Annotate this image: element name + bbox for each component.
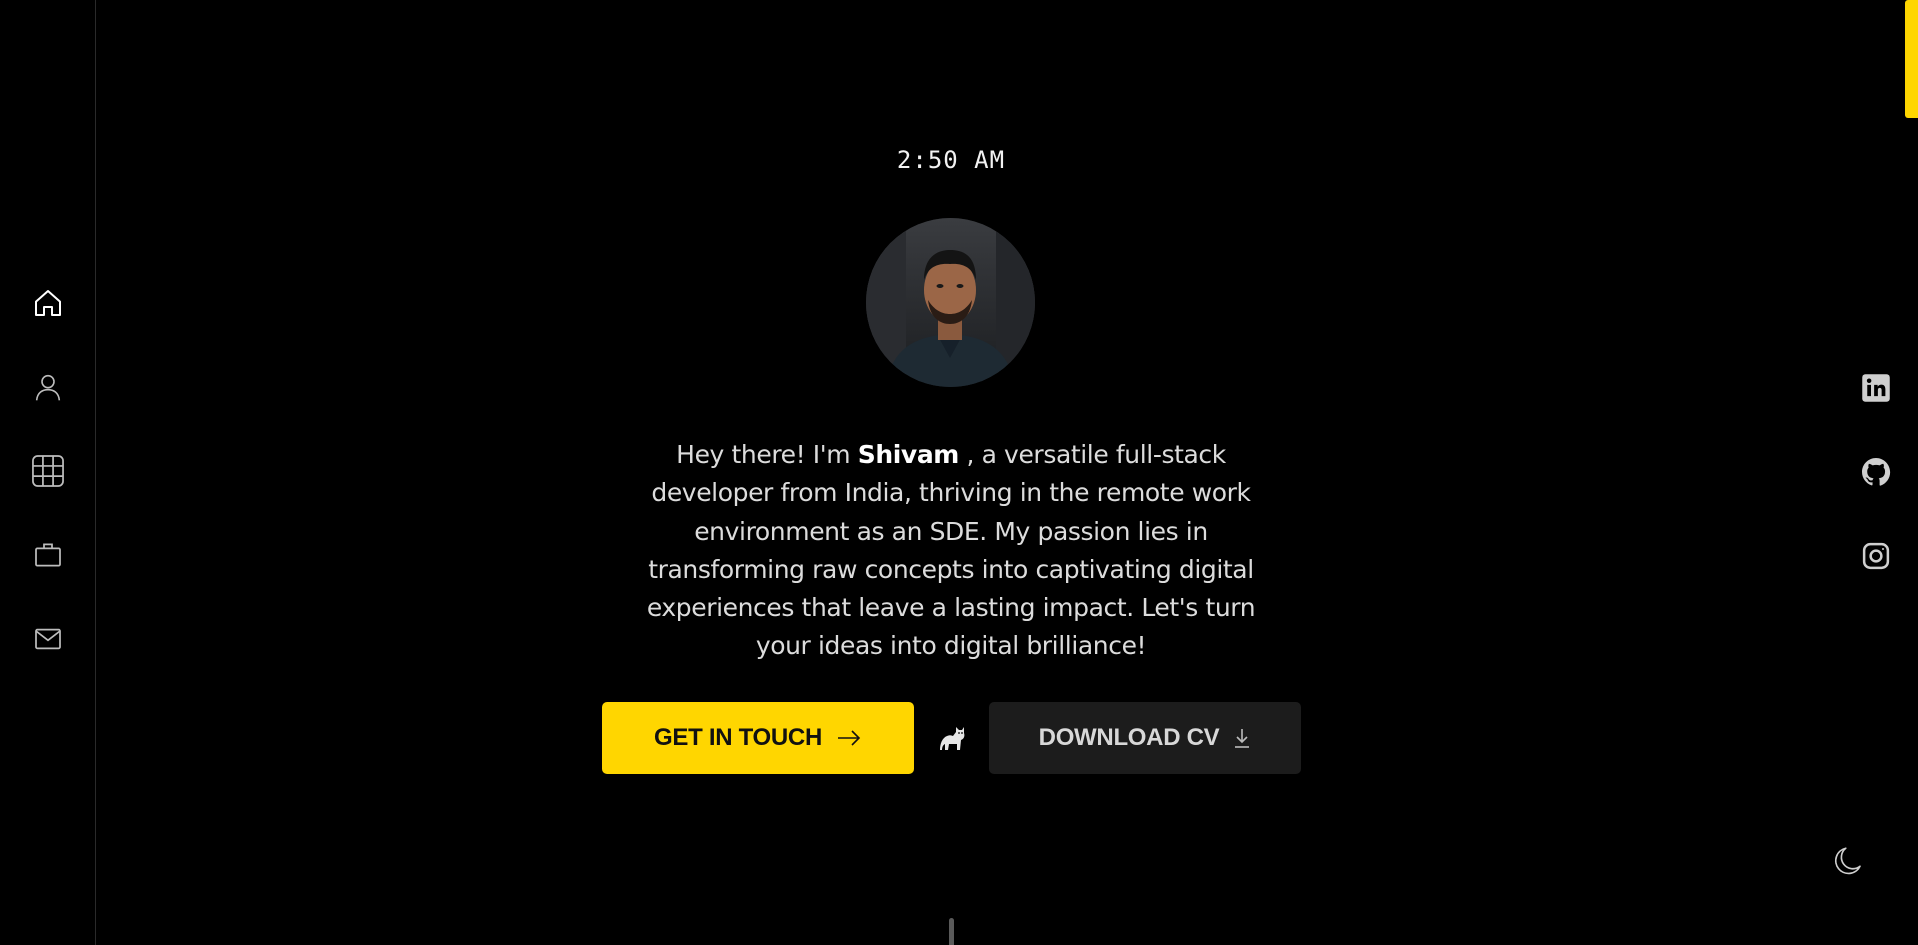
intro-suffix: , a versatile full-stack developer from … bbox=[646, 440, 1256, 661]
cat-icon[interactable] bbox=[936, 722, 968, 754]
briefcase-icon bbox=[35, 543, 61, 567]
linkedin-icon bbox=[1862, 374, 1890, 402]
sidebar-nav bbox=[0, 0, 96, 945]
scrollbar-thumb[interactable] bbox=[1905, 0, 1918, 118]
intro-name: Shivam bbox=[857, 440, 960, 469]
mail-icon bbox=[35, 628, 61, 650]
download-cv-label: DOWNLOAD CV bbox=[1038, 724, 1220, 751]
current-time: 2:50 AM bbox=[896, 146, 1006, 174]
get-in-touch-label: GET IN TOUCH bbox=[654, 724, 822, 751]
user-icon bbox=[35, 374, 61, 401]
intro-text: Hey there! I'm Shivam , a versatile full… bbox=[620, 436, 1282, 666]
nav-item-home[interactable] bbox=[28, 283, 68, 323]
nav-item-experience[interactable] bbox=[28, 535, 68, 575]
download-cv-button[interactable]: DOWNLOAD CV bbox=[989, 702, 1301, 774]
instagram-icon bbox=[1862, 542, 1890, 570]
social-github[interactable] bbox=[1856, 452, 1896, 492]
moon-icon bbox=[1834, 847, 1861, 875]
grid-icon bbox=[32, 455, 64, 487]
nav-item-about[interactable] bbox=[28, 367, 68, 407]
arrow-right-icon bbox=[837, 730, 861, 746]
theme-toggle[interactable] bbox=[1828, 841, 1868, 881]
nav-item-projects[interactable] bbox=[28, 451, 68, 491]
home-icon bbox=[35, 290, 61, 316]
page: 2:50 AM Hey there! I'm Shivam , a versat… bbox=[0, 0, 1918, 945]
avatar bbox=[866, 218, 1035, 387]
profile-photo bbox=[866, 218, 1035, 387]
get-in-touch-button[interactable]: GET IN TOUCH bbox=[602, 702, 914, 774]
download-icon bbox=[1235, 729, 1250, 748]
github-icon bbox=[1862, 458, 1891, 486]
social-instagram[interactable] bbox=[1856, 536, 1896, 576]
social-linkedin[interactable] bbox=[1856, 368, 1896, 408]
intro-prefix: Hey there! I'm bbox=[676, 440, 858, 469]
scroll-indicator bbox=[949, 918, 954, 945]
nav-item-contact[interactable] bbox=[28, 619, 68, 659]
